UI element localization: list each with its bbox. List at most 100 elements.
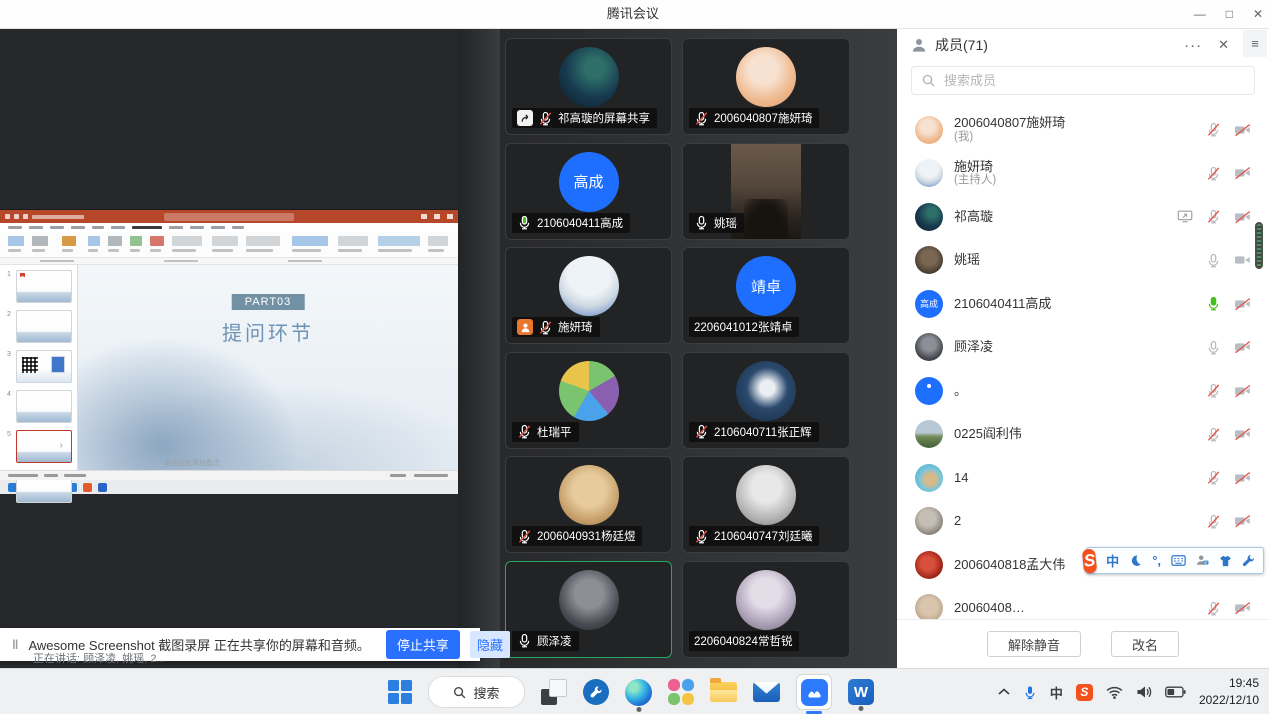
avatar xyxy=(915,377,943,405)
video-tile[interactable]: 姚瑶 xyxy=(682,143,850,240)
panel-menu-button[interactable]: ≡ xyxy=(1243,30,1267,57)
tencent-meeting-taskbar-icon[interactable] xyxy=(796,674,832,710)
ime-mode-chinese[interactable]: 中 xyxy=(1106,551,1119,570)
more-options-button[interactable]: ··· xyxy=(1184,37,1202,54)
rename-button[interactable]: 改名 xyxy=(1111,631,1179,657)
member-name: 0225阎利伟 xyxy=(954,426,1022,442)
member-panel-title: 成员(71) xyxy=(935,35,988,55)
member-row[interactable]: 20060408… xyxy=(897,587,1269,621)
camera-icon xyxy=(1234,210,1251,224)
video-tile[interactable]: 靖卓2206041012张靖卓 xyxy=(682,247,850,344)
minimize-button[interactable]: — xyxy=(1194,0,1206,28)
desktop: 腾讯会议 — □ ✕ 12345›6 xyxy=(0,0,1269,714)
wifi-icon[interactable] xyxy=(1106,686,1123,699)
punctuation-mode-icon[interactable]: °, xyxy=(1152,553,1161,568)
member-row[interactable]: 施妍琦 (主持人) xyxy=(897,152,1269,196)
tray-ime-indicator[interactable]: 中 xyxy=(1050,683,1063,702)
tile-name-label: 2006040807施妍琦 xyxy=(689,108,819,128)
member-row[interactable]: 。 xyxy=(897,369,1269,413)
member-name: 14 xyxy=(954,470,968,486)
video-tile[interactable]: 2106040711张正辉 xyxy=(682,352,850,449)
tray-microphone-icon[interactable] xyxy=(1023,685,1037,700)
maximize-button[interactable]: □ xyxy=(1226,0,1233,28)
member-search-box[interactable] xyxy=(911,66,1255,95)
video-tile[interactable]: 顾泽凌 xyxy=(505,561,672,658)
skin-tshirt-icon[interactable] xyxy=(1219,555,1232,567)
slide-number: 5 xyxy=(7,431,11,438)
screen-share-icon xyxy=(517,110,533,126)
participant-name: 姚瑶 xyxy=(714,215,737,231)
ppt-ribbon-tabs xyxy=(0,223,458,232)
member-status-icons xyxy=(1206,601,1251,616)
unmute-button[interactable]: 解除静音 xyxy=(987,631,1081,657)
member-row[interactable]: 0225阎利伟 xyxy=(897,413,1269,457)
taskbar-search[interactable]: 搜索 xyxy=(428,676,525,708)
video-tile[interactable]: 2206040824常哲锐 xyxy=(682,561,850,658)
member-row[interactable]: 顾泽凌 xyxy=(897,326,1269,370)
mic-active-icon xyxy=(517,215,532,230)
video-tile[interactable]: 施妍琦 xyxy=(505,247,672,344)
profile-card-icon[interactable] xyxy=(1196,554,1209,567)
file-explorer-icon[interactable] xyxy=(710,682,737,702)
avatar xyxy=(915,333,943,361)
stop-sharing-button[interactable]: 停止共享 xyxy=(386,630,460,659)
slide-thumbnail: 2 xyxy=(16,310,72,343)
member-row[interactable]: 高成 2106040411高成 xyxy=(897,282,1269,326)
close-button[interactable]: ✕ xyxy=(1253,0,1263,28)
task-view-app-icon[interactable] xyxy=(541,679,567,705)
mic-muted-icon xyxy=(517,529,532,544)
member-name: 2106040411高成 xyxy=(954,296,1051,312)
member-list-scrollbar[interactable] xyxy=(1255,222,1263,269)
video-tile[interactable]: 祁高璇的屏幕共享 xyxy=(505,38,672,135)
video-tile[interactable]: 杜瑞平 xyxy=(505,352,672,449)
member-name: 祁高璇 xyxy=(954,209,993,225)
member-row[interactable]: 2006040807施妍琦 (我) xyxy=(897,108,1269,152)
member-row[interactable]: 14 xyxy=(897,456,1269,500)
member-row[interactable]: 祁高璇 xyxy=(897,195,1269,239)
video-tile[interactable]: 2006040931杨廷煜 xyxy=(505,456,672,553)
video-tile[interactable]: 2106040747刘廷曦 xyxy=(682,456,850,553)
slide-thumbnail: 4 xyxy=(16,390,72,423)
mic-muted-icon xyxy=(694,529,709,544)
avatar xyxy=(915,464,943,492)
sogou-logo-icon[interactable]: S xyxy=(1082,548,1098,573)
mail-app-icon[interactable] xyxy=(753,682,780,702)
edge-browser-icon[interactable] xyxy=(625,679,652,706)
photos-flower-app-icon[interactable] xyxy=(668,679,694,705)
video-tile[interactable]: 2006040807施妍琦 xyxy=(682,38,850,135)
mic-muted-icon xyxy=(1206,514,1221,529)
shared-screen-region: 12345›6 PART03 提问环节 单击此处添加备注 xyxy=(0,28,460,668)
ppt-ribbon-toolbar xyxy=(0,232,458,258)
member-row[interactable]: 姚瑶 xyxy=(897,239,1269,283)
taskbar-clock[interactable]: 19:45 2022/12/10 xyxy=(1199,675,1259,709)
ppt-notes-hint: 单击此处添加备注 xyxy=(164,458,220,468)
tool-app-icon[interactable] xyxy=(583,679,609,705)
moon-icon[interactable] xyxy=(1129,554,1142,567)
word-app-icon[interactable]: W xyxy=(848,679,874,705)
mic-muted-icon xyxy=(1206,427,1221,442)
participant-name: 2206040824常哲锐 xyxy=(694,633,792,649)
wrench-settings-icon[interactable] xyxy=(1242,554,1255,567)
volume-icon[interactable] xyxy=(1136,685,1152,699)
participant-name: 2106040411高成 xyxy=(537,215,623,231)
member-role-label: (我) xyxy=(954,131,1065,145)
participant-name: 施妍琦 xyxy=(558,319,593,335)
member-row[interactable]: 2 xyxy=(897,500,1269,544)
tile-name-label: 施妍琦 xyxy=(512,317,600,337)
tray-expand-chevron[interactable] xyxy=(998,688,1010,696)
tray-sogou-icon[interactable]: S xyxy=(1076,684,1093,701)
member-status-icons xyxy=(1177,209,1251,224)
taskbar-search-label: 搜索 xyxy=(473,683,499,702)
panel-close-button[interactable]: ✕ xyxy=(1218,37,1229,53)
start-button[interactable] xyxy=(388,680,412,704)
member-status-icons xyxy=(1206,166,1251,181)
video-tile[interactable]: 高成 2106040411高成 xyxy=(505,143,672,240)
keyboard-icon[interactable] xyxy=(1171,555,1186,566)
member-search-input[interactable] xyxy=(942,72,1244,89)
mic-muted-icon xyxy=(1206,166,1221,181)
camera-icon xyxy=(1234,601,1251,615)
ppt-slide-thumbnails: 12345›6 xyxy=(0,265,78,470)
hide-share-bar-button[interactable]: 隐藏 xyxy=(470,631,510,658)
search-icon xyxy=(453,686,466,699)
battery-icon[interactable] xyxy=(1165,686,1186,698)
